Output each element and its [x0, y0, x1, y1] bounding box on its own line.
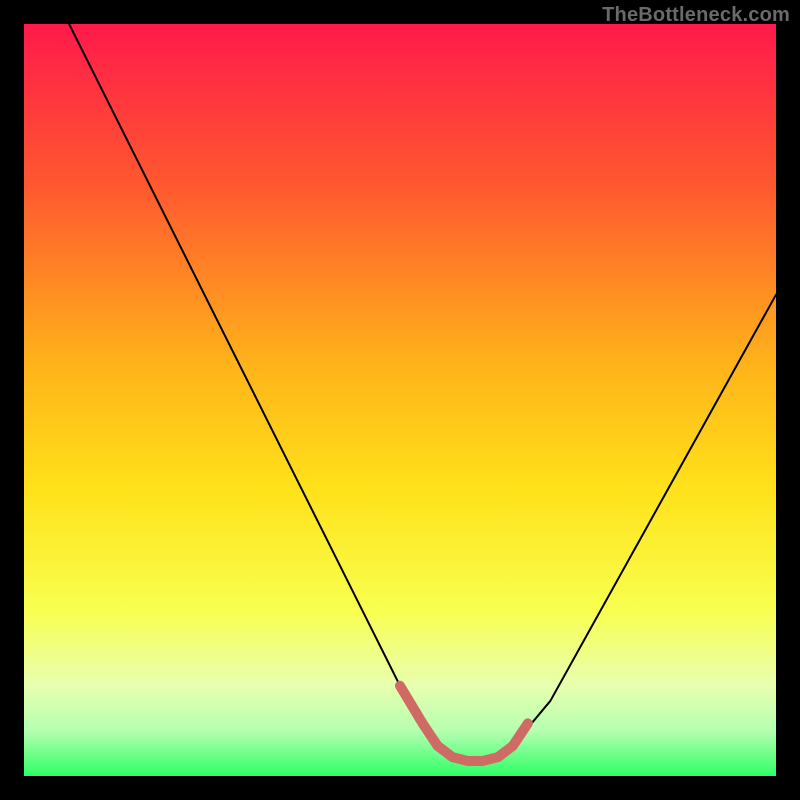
chart-frame: TheBottleneck.com	[0, 0, 800, 800]
bottleneck-chart	[24, 24, 776, 776]
gradient-background	[24, 24, 776, 776]
